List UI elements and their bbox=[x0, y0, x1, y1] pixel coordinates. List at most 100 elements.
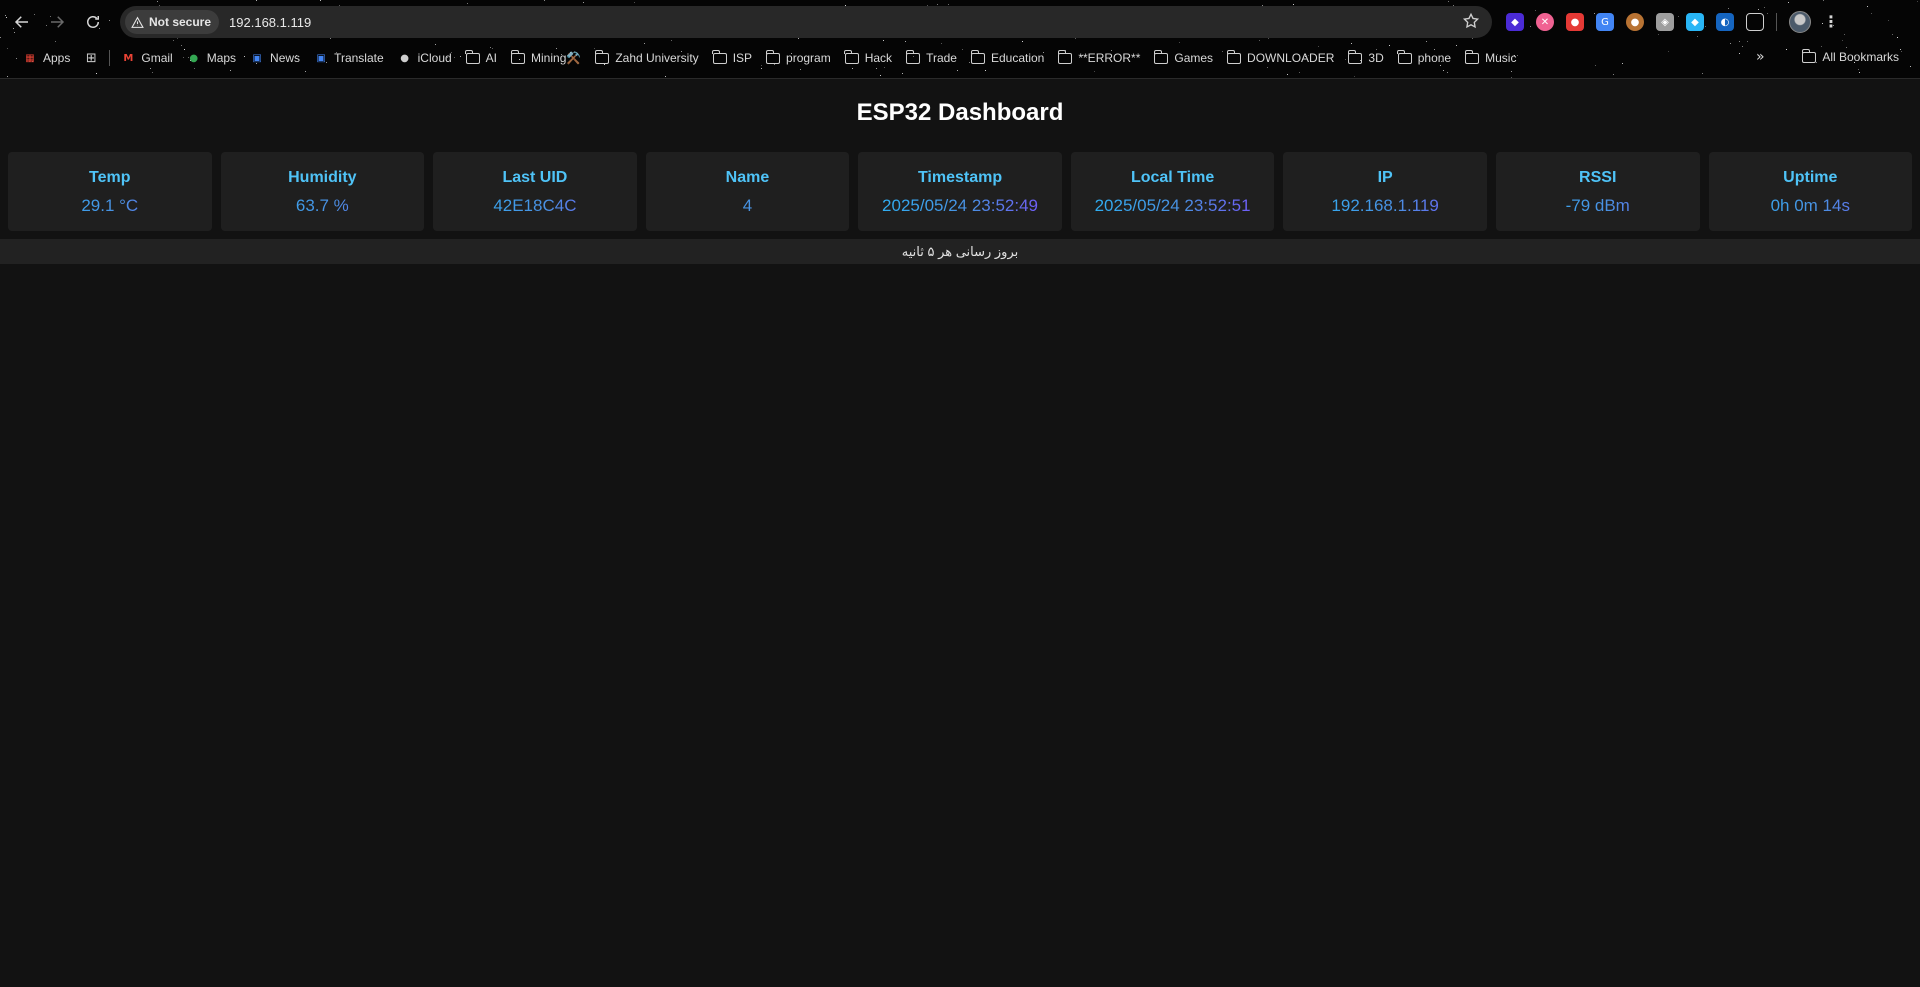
more-bookmarks-button[interactable]: » bbox=[1756, 45, 1765, 69]
purple-diamond-extension-icon[interactable]: ◆ bbox=[1506, 13, 1524, 31]
apple-icon: ● bbox=[400, 52, 409, 64]
bookmark-item[interactable]: Hack bbox=[838, 46, 899, 70]
bookmarks-bar: ▦ Apps ⊞ M Gmail ● Maps ▣ News ▣ Translate ● iCloud A… bbox=[0, 45, 1920, 71]
bookmark-label: Education bbox=[990, 51, 1045, 65]
bookmark-label: Mining⚒️ bbox=[531, 51, 582, 65]
profile-avatar[interactable] bbox=[1789, 11, 1811, 33]
bookmark-item[interactable]: Education bbox=[964, 46, 1051, 70]
bookmark-label: DOWNLOADER bbox=[1247, 51, 1335, 65]
tab-groups-button[interactable]: ⊞ bbox=[77, 46, 105, 70]
bookmark-item[interactable]: AI bbox=[459, 46, 504, 70]
bookmark-label: Hack bbox=[864, 51, 893, 65]
address-bar[interactable]: Not secure 192.168.1.119 bbox=[120, 6, 1492, 38]
stat-card: Name 4 bbox=[645, 152, 850, 231]
stat-label: RSSI bbox=[1579, 169, 1617, 186]
apps-grid-icon: ▦ bbox=[25, 52, 35, 64]
stat-card: IP 192.168.1.119 bbox=[1283, 152, 1487, 231]
bookmark-item[interactable]: DOWNLOADER bbox=[1220, 46, 1341, 70]
bookmarks-divider bbox=[109, 50, 111, 66]
folder-icon bbox=[1802, 48, 1817, 64]
folder-icon bbox=[465, 49, 480, 65]
news-icon: ▣ bbox=[252, 52, 262, 64]
stat-label: Name bbox=[725, 169, 770, 186]
folder-icon bbox=[595, 49, 610, 65]
bookmark-item[interactable]: ▣ Translate bbox=[307, 46, 391, 70]
bookmark-item[interactable]: 3D bbox=[1341, 46, 1390, 70]
maps-icon: ● bbox=[189, 52, 199, 64]
security-chip[interactable]: Not secure bbox=[125, 10, 220, 34]
bookmark-item[interactable]: Music bbox=[1458, 46, 1523, 70]
bookmark-item[interactable]: M Gmail bbox=[114, 46, 179, 70]
bookmark-star-icon[interactable] bbox=[1462, 12, 1480, 30]
browser-chrome: Not secure 192.168.1.119 ◆ ✕ ● G ● ◈ ◆ ◐… bbox=[0, 0, 1920, 79]
bookmark-item[interactable]: Mining⚒️ bbox=[504, 46, 588, 70]
forward-button[interactable] bbox=[44, 9, 70, 35]
stat-value: 42E18C4C bbox=[433, 196, 637, 216]
folder-icon bbox=[970, 49, 985, 65]
translate-extension-icon[interactable]: G bbox=[1596, 13, 1614, 31]
folder-icon bbox=[1348, 49, 1363, 65]
bookmark-item[interactable]: phone bbox=[1391, 46, 1458, 70]
gem-extension-icon[interactable]: ◆ bbox=[1686, 13, 1704, 31]
stat-card: Local Time 2025/05/24 23:52:51 bbox=[1070, 152, 1275, 231]
bookmark-item[interactable]: program bbox=[759, 46, 838, 70]
folder-icon bbox=[1058, 49, 1073, 65]
shield-extension-icon[interactable]: ◈ bbox=[1656, 13, 1674, 31]
folder-icon bbox=[905, 49, 921, 65]
dashboard-page: ESP32 Dashboard Temp 29.1 °C Humidity 63.7 … bbox=[0, 79, 1920, 987]
red-extension-icon[interactable]: ● bbox=[1566, 13, 1584, 31]
bookmark-label: Trade bbox=[926, 51, 957, 65]
menu-dots-icon[interactable]: ⋮ bbox=[1823, 14, 1839, 30]
bookmark-item[interactable]: ● Maps bbox=[180, 46, 243, 70]
stat-value: -79 dBm bbox=[1496, 196, 1700, 216]
bookmark-label: Apps bbox=[43, 51, 71, 65]
folder-icon bbox=[844, 49, 859, 65]
arrow-right-icon bbox=[51, 16, 65, 28]
bookmark-item[interactable]: ▦ Apps bbox=[16, 46, 77, 70]
back-button[interactable] bbox=[9, 9, 35, 35]
stat-label: Last UID bbox=[502, 169, 568, 186]
gmail-icon: M bbox=[123, 52, 134, 64]
extensions-area: ◆ ✕ ● G ● ◈ ◆ ◐ ⋮ bbox=[1506, 10, 1839, 34]
bookmark-label: ISP bbox=[732, 51, 753, 65]
stat-card: Temp 29.1 °C bbox=[8, 152, 212, 231]
stat-value: 4 bbox=[646, 196, 850, 216]
stat-value: 29.1 °C bbox=[8, 196, 212, 216]
stat-label: Local Time bbox=[1130, 169, 1215, 186]
puzzle-icon[interactable] bbox=[1746, 13, 1764, 31]
bookmark-item[interactable]: ISP bbox=[706, 46, 759, 70]
cookie-extension-icon[interactable]: ● bbox=[1626, 13, 1644, 31]
reload-button[interactable] bbox=[80, 9, 106, 35]
toolbar-divider bbox=[1776, 13, 1777, 31]
stat-label: Temp bbox=[89, 169, 131, 186]
warning-triangle-icon bbox=[131, 16, 144, 28]
all-bookmarks-label: All Bookmarks bbox=[1822, 50, 1899, 64]
stat-label: IP bbox=[1377, 169, 1393, 186]
stat-value: 63.7 % bbox=[221, 196, 425, 216]
bookmark-item[interactable]: ● iCloud bbox=[391, 46, 459, 70]
pink-extension-icon[interactable]: ✕ bbox=[1536, 13, 1554, 31]
bookmark-item[interactable]: Games bbox=[1147, 46, 1220, 70]
stat-value: 192.168.1.119 bbox=[1283, 196, 1487, 216]
url-text[interactable]: 192.168.1.119 bbox=[229, 15, 311, 30]
stat-card: RSSI -79 dBm bbox=[1495, 152, 1700, 231]
bookmark-item[interactable]: Zahd University bbox=[588, 46, 705, 70]
stat-card: Timestamp 2025/05/24 23:52:49 bbox=[858, 152, 1062, 231]
bookmark-label: AI bbox=[485, 51, 498, 65]
folder-icon bbox=[510, 49, 526, 65]
bookmark-item[interactable]: ▣ News bbox=[243, 46, 307, 70]
blue-shield-extension-icon[interactable]: ◐ bbox=[1716, 13, 1734, 31]
bookmark-label: Games bbox=[1174, 51, 1214, 65]
security-label: Not secure bbox=[149, 15, 212, 29]
bookmark-label: **ERROR** bbox=[1078, 51, 1141, 65]
all-bookmarks-button[interactable]: All Bookmarks bbox=[1795, 45, 1906, 69]
refresh-note: بروز رسانی هر ۵ ثانیه bbox=[0, 239, 1920, 264]
bookmark-item[interactable]: **ERROR** bbox=[1051, 46, 1147, 70]
stat-label: Timestamp bbox=[917, 169, 1003, 186]
bookmark-label: Zahd University bbox=[615, 51, 699, 65]
bookmark-label: 3D bbox=[1368, 51, 1384, 65]
bookmark-label: Music bbox=[1485, 51, 1517, 65]
bookmark-item[interactable]: Trade bbox=[899, 46, 964, 70]
folder-icon bbox=[1397, 49, 1412, 65]
stat-label: Humidity bbox=[288, 169, 357, 186]
